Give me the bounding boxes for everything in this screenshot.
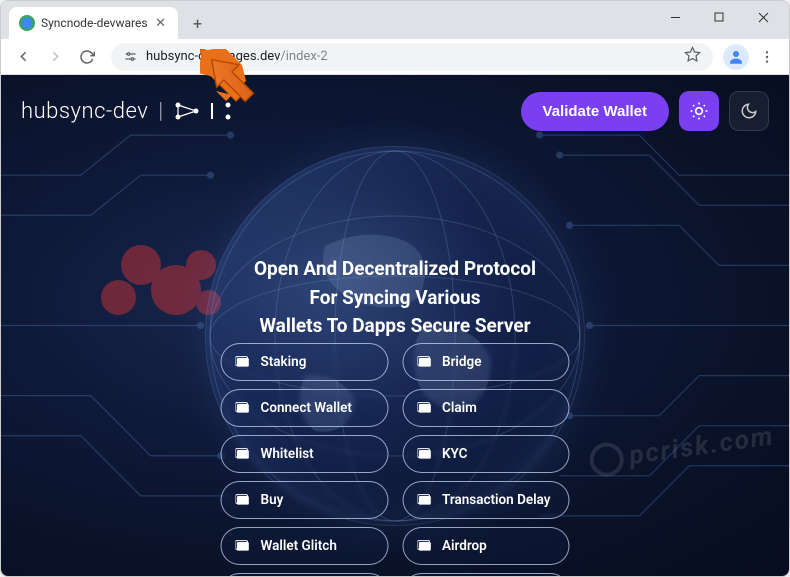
moon-icon	[740, 102, 758, 120]
browser-window: Syncnode-devwares ✕ +	[0, 0, 790, 577]
tab-bar: Syncnode-devwares ✕ +	[1, 1, 789, 39]
pill-transaction-delay[interactable]: Transaction Delay	[402, 481, 570, 519]
logo-dots-icon	[174, 99, 234, 123]
profile-avatar[interactable]	[723, 44, 749, 70]
validate-wallet-button[interactable]: Validate Wallet	[521, 92, 669, 131]
minimize-button[interactable]	[653, 1, 697, 33]
wallet-icon	[236, 447, 252, 461]
wallet-icon	[417, 539, 433, 553]
browser-toolbar: hubsync-dev.pages.dev/index-2	[1, 39, 789, 75]
close-icon[interactable]: ✕	[154, 16, 168, 30]
back-button[interactable]	[9, 43, 37, 71]
pill-rectification[interactable]: Rectification	[402, 573, 570, 576]
reload-button[interactable]	[73, 43, 101, 71]
url-text: hubsync-dev.pages.dev/index-2	[146, 49, 328, 64]
logo-text: hubsync-dev	[21, 99, 148, 124]
light-theme-button[interactable]	[679, 91, 719, 131]
wallet-icon	[417, 355, 433, 369]
wallet-icon	[236, 493, 252, 507]
pill-nft[interactable]: NFT	[221, 573, 389, 576]
site-logo[interactable]: hubsync-dev |	[21, 99, 234, 124]
wallet-icon	[417, 401, 433, 415]
pill-connect-wallet[interactable]: Connect Wallet	[221, 389, 389, 427]
hero-heading: Open And Decentralized Protocol For Sync…	[95, 255, 695, 341]
forward-button[interactable]	[41, 43, 69, 71]
pill-staking[interactable]: Staking	[221, 343, 389, 381]
wallet-icon	[236, 401, 252, 415]
new-tab-button[interactable]: +	[184, 9, 212, 37]
pill-airdrop[interactable]: Airdrop	[402, 527, 570, 565]
action-pills-grid: Staking Bridge Connect Wallet Claim Whit…	[221, 343, 570, 576]
tab-title: Syncnode-devwares	[41, 16, 148, 30]
pill-claim[interactable]: Claim	[402, 389, 570, 427]
pill-bridge[interactable]: Bridge	[402, 343, 570, 381]
wallet-icon	[417, 493, 433, 507]
pill-kyc[interactable]: KYC	[402, 435, 570, 473]
pill-wallet-glitch[interactable]: Wallet Glitch	[221, 527, 389, 565]
header-actions: Validate Wallet	[521, 91, 769, 131]
pill-buy[interactable]: Buy	[221, 481, 389, 519]
maximize-button[interactable]	[697, 1, 741, 33]
sun-icon	[689, 101, 709, 121]
menu-button[interactable]	[753, 43, 781, 71]
bookmark-star-icon[interactable]	[684, 46, 701, 67]
wallet-icon	[236, 539, 252, 553]
site-settings-icon[interactable]	[123, 49, 138, 64]
site-header: hubsync-dev | Validate Wallet	[1, 91, 789, 131]
wallet-icon	[417, 447, 433, 461]
browser-tab[interactable]: Syncnode-devwares ✕	[9, 7, 178, 39]
pill-whitelist[interactable]: Whitelist	[221, 435, 389, 473]
dark-theme-button[interactable]	[729, 91, 769, 131]
page-content: pcrisk.com hubsync-dev |	[1, 75, 789, 576]
tab-favicon-icon	[19, 15, 35, 31]
close-window-button[interactable]	[741, 1, 785, 33]
wallet-icon	[236, 355, 252, 369]
window-controls	[653, 1, 785, 33]
address-bar[interactable]: hubsync-dev.pages.dev/index-2	[111, 43, 713, 71]
